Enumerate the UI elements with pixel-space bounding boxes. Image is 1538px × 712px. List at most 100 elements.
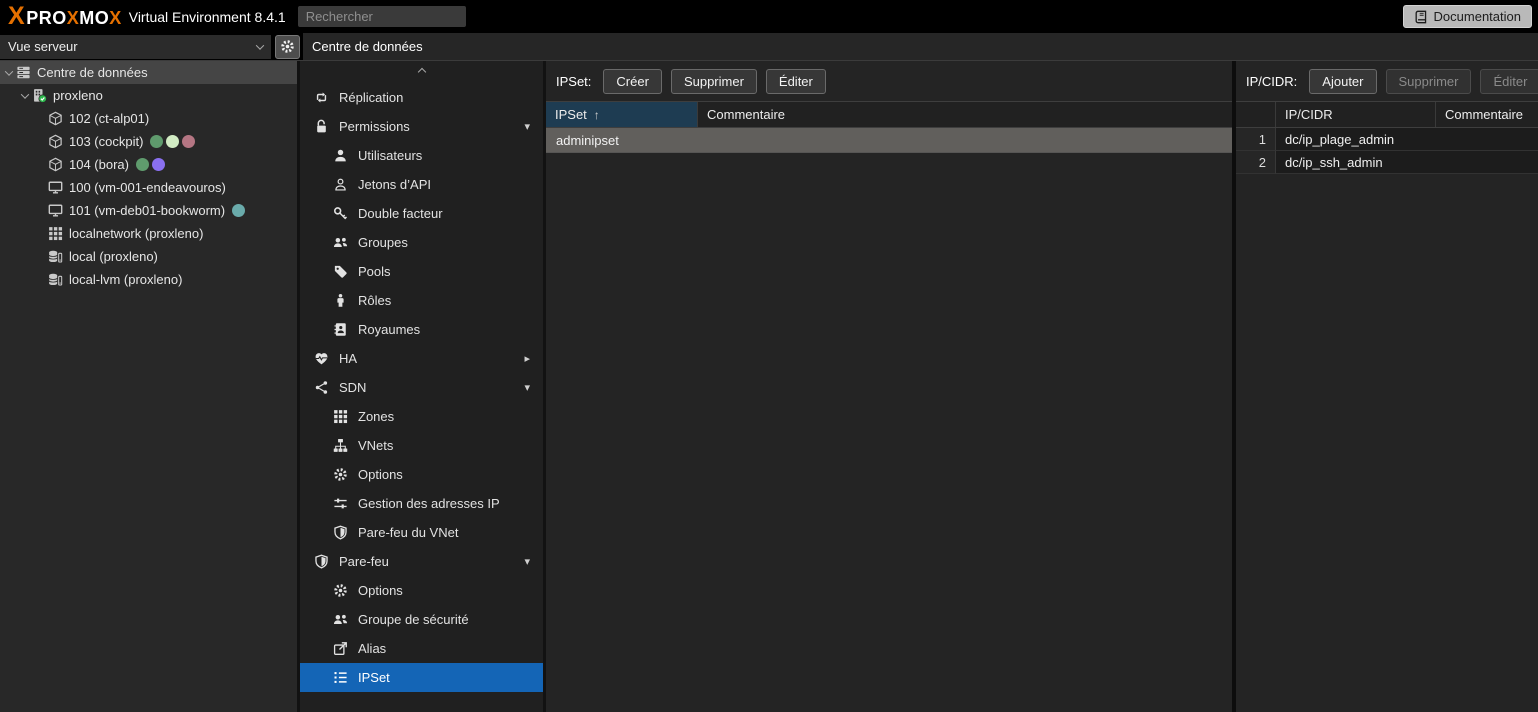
view-selector-dropdown[interactable]: Vue serveur <box>0 35 271 59</box>
chevron-up-icon <box>417 68 425 76</box>
tree-item-ct-103[interactable]: 103 (cockpit) <box>0 130 297 153</box>
menu-item-label: VNets <box>358 438 393 453</box>
ipcidr-comment <box>1436 151 1538 174</box>
tree-item-label: local-lvm (proxleno) <box>69 272 182 287</box>
tree-settings-button[interactable] <box>275 35 300 59</box>
sub-bar: Vue serveur Centre de données <box>0 33 1538 61</box>
server-icon <box>16 65 31 80</box>
tag-dot <box>136 158 149 171</box>
ipcidr-column-header[interactable]: IP/CIDR <box>1276 102 1436 127</box>
ipcidr-value: dc/ip_ssh_admin <box>1276 151 1436 174</box>
menu-item-users[interactable]: Utilisateurs <box>300 141 543 170</box>
menu-item-security-group[interactable]: Groupe de sécurité <box>300 605 543 634</box>
menu-item-replication[interactable]: Réplication <box>300 83 543 112</box>
ipcidr-row[interactable]: 1dc/ip_plage_admin <box>1236 128 1538 151</box>
ipcidr-comment <box>1436 128 1538 151</box>
documentation-button[interactable]: Documentation <box>1403 5 1532 28</box>
tag-dot <box>232 204 245 217</box>
menu-item-zones[interactable]: Zones <box>300 402 543 431</box>
edit-button[interactable]: Éditer <box>766 69 826 94</box>
tree-item-ct-102[interactable]: 102 (ct-alp01) <box>0 107 297 130</box>
remove-button[interactable]: Supprimer <box>671 69 757 94</box>
storage-icon <box>48 272 63 287</box>
menu-item-groups[interactable]: Groupes <box>300 228 543 257</box>
shield-icon <box>313 554 330 569</box>
ipcidr-table-body: 1dc/ip_plage_admin2dc/ip_ssh_admin <box>1236 128 1538 174</box>
menu-item-sdn[interactable]: SDN▾ <box>300 373 543 402</box>
sliders-icon <box>332 496 349 511</box>
ipcidr-comment-column-label: Commentaire <box>1445 107 1523 122</box>
tree-item-vm-100[interactable]: 100 (vm-001-endeavouros) <box>0 176 297 199</box>
add-button[interactable]: Ajouter <box>1309 69 1376 94</box>
product-version: Virtual Environment 8.4.1 <box>129 9 286 25</box>
tag-dot <box>152 158 165 171</box>
breadcrumb-bar: Centre de données <box>303 33 1538 60</box>
tree-item-proxleno[interactable]: proxleno <box>0 84 297 107</box>
menu-item-roles[interactable]: Rôles <box>300 286 543 315</box>
tree-expander-icon[interactable] <box>18 93 32 99</box>
menu-item-label: IPSet <box>358 670 390 685</box>
logo-letter: MO <box>79 8 109 28</box>
address-book-icon <box>332 322 349 337</box>
menu-item-realms[interactable]: Royaumes <box>300 315 543 344</box>
ipcidr-comment-column-header[interactable]: Commentaire <box>1436 102 1538 127</box>
ipcidr-toolbar: IP/CIDR: AjouterSupprimerÉditer <box>1236 61 1538 101</box>
menu-item-ipset[interactable]: IPSet <box>300 663 543 692</box>
users-icon <box>332 235 349 250</box>
external-link-icon <box>332 641 349 656</box>
edit-button[interactable]: Éditer <box>1480 69 1538 94</box>
menu-item-sdn-options[interactable]: Options <box>300 460 543 489</box>
tree-item-label: proxleno <box>53 88 103 103</box>
menu-scroll-up[interactable] <box>300 61 543 83</box>
tree-item-label: Centre de données <box>37 65 148 80</box>
create-button[interactable]: Créer <box>603 69 662 94</box>
ipcidr-table-header: IP/CIDR Commentaire <box>1236 101 1538 128</box>
menu-item-pools[interactable]: Pools <box>300 257 543 286</box>
menu-item-label: Pare-feu du VNet <box>358 525 458 540</box>
ipset-column-header[interactable]: IPSet ↑ <box>546 102 698 127</box>
tree-expander-icon[interactable] <box>2 70 16 76</box>
menu-item-vnets[interactable]: VNets <box>300 431 543 460</box>
tag-color-dots <box>150 135 195 148</box>
menu-item-two-factor[interactable]: Double facteur <box>300 199 543 228</box>
menu-item-label: Rôles <box>358 293 391 308</box>
menu-item-label: Options <box>358 583 403 598</box>
row-number-column-header <box>1236 102 1276 127</box>
menu-item-vnet-firewall[interactable]: Pare-feu du VNet <box>300 518 543 547</box>
ipcidr-row[interactable]: 2dc/ip_ssh_admin <box>1236 151 1538 174</box>
menu-item-firewall-options[interactable]: Options <box>300 576 543 605</box>
menu-item-permissions[interactable]: Permissions▾ <box>300 112 543 141</box>
menu-item-label: Utilisateurs <box>358 148 422 163</box>
monitor-icon <box>48 203 63 218</box>
comment-column-header[interactable]: Commentaire <box>698 102 1232 127</box>
cube-icon <box>48 157 63 172</box>
tag-color-dots <box>232 204 245 217</box>
menu-item-ha[interactable]: HA▸ <box>300 344 543 373</box>
menu-item-api-tokens[interactable]: Jetons d’API <box>300 170 543 199</box>
caret-right-icon: ▸ <box>524 352 530 365</box>
cube-icon <box>48 111 63 126</box>
tree-item-storage-local-lvm[interactable]: local-lvm (proxleno) <box>0 268 297 291</box>
users-icon <box>332 612 349 627</box>
breadcrumb: Centre de données <box>312 39 423 54</box>
menu-item-ipam[interactable]: Gestion des adresses IP <box>300 489 543 518</box>
menu-item-alias[interactable]: Alias <box>300 634 543 663</box>
sort-asc-icon: ↑ <box>594 108 600 122</box>
ipcidr-column-label: IP/CIDR <box>1285 107 1333 122</box>
tree-item-label: 103 (cockpit) <box>69 134 143 149</box>
tree-item-datacenter[interactable]: Centre de données <box>0 61 297 84</box>
tree-item-vm-101[interactable]: 101 (vm-deb01-bookworm) <box>0 199 297 222</box>
search-input[interactable] <box>298 6 466 27</box>
caret-down-icon: ▾ <box>524 381 530 394</box>
tree-item-localnetwork[interactable]: localnetwork (proxleno) <box>0 222 297 245</box>
remove-button[interactable]: Supprimer <box>1386 69 1472 94</box>
ipset-table-header: IPSet ↑ Commentaire <box>546 101 1232 128</box>
ipset-row[interactable]: adminipset <box>546 128 1232 153</box>
menu-item-firewall[interactable]: Pare-feu▾ <box>300 547 543 576</box>
tree-item-ct-104[interactable]: 104 (bora) <box>0 153 297 176</box>
caret-down-icon: ▾ <box>524 120 530 133</box>
row-number: 1 <box>1236 128 1276 151</box>
logo-letter: X <box>67 8 80 28</box>
tree-item-storage-local[interactable]: local (proxleno) <box>0 245 297 268</box>
book-icon <box>1414 10 1428 24</box>
